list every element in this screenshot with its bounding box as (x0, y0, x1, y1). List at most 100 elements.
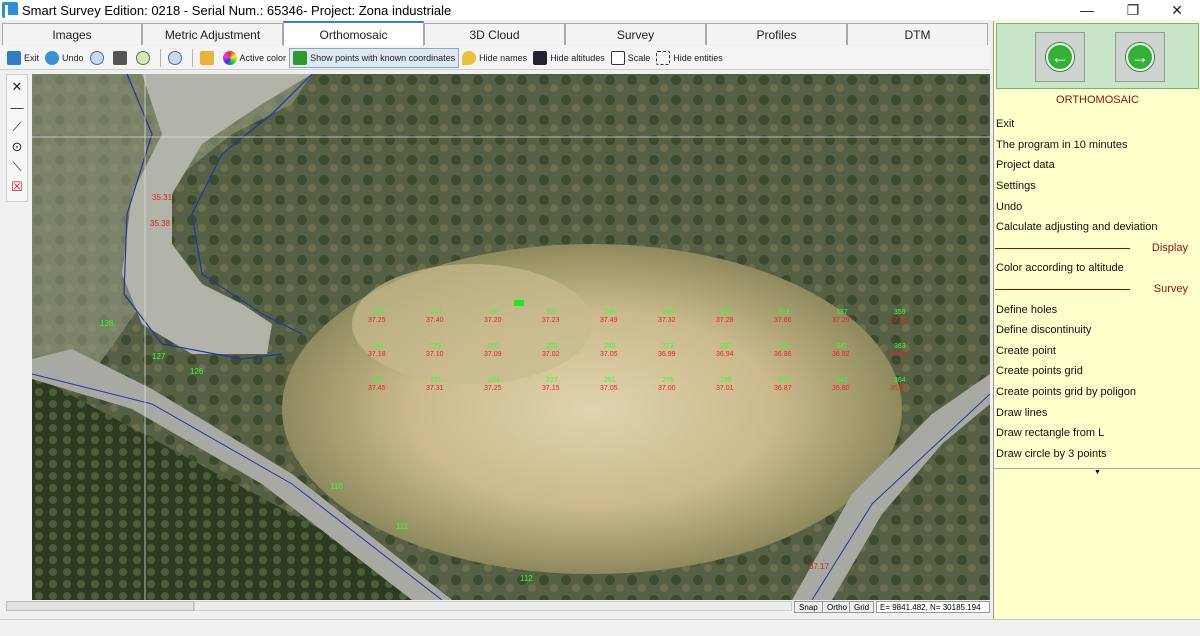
point-altitude: 37.66 (774, 317, 792, 324)
point-name[interactable]: 181 (430, 377, 442, 384)
horizontal-scrollbar[interactable] (194, 601, 792, 611)
point-name[interactable]: 226 (546, 343, 558, 350)
exit-button[interactable]: Exit (4, 48, 42, 68)
menu-item[interactable]: Project data (995, 155, 1200, 176)
point-altitude: 37.20 (484, 317, 502, 324)
panel-title: ORTHOMOSAIC (1056, 94, 1139, 106)
point-name[interactable]: 174 (430, 309, 442, 316)
menu-item[interactable]: Create points grid by poligon (995, 382, 1200, 403)
menu-item[interactable]: Calculate adjusting and deviation (995, 217, 1200, 238)
point-altitude: 37.15 (542, 385, 560, 392)
back-button[interactable]: ← (1035, 32, 1085, 82)
tab-profiles[interactable]: Profiles (706, 23, 847, 45)
point-name[interactable]: 273 (662, 343, 674, 350)
point-name[interactable]: 275 (662, 377, 674, 384)
point-name[interactable]: 297 (720, 343, 732, 350)
point-name[interactable]: 299 (720, 377, 732, 384)
menu-item[interactable]: Color according to altitude (995, 258, 1200, 279)
tab-images[interactable]: Images (2, 23, 142, 45)
menu-item[interactable]: Define holes (995, 299, 1200, 320)
show-points-button[interactable]: Show points with known coordinates (289, 47, 460, 68)
menu-item[interactable]: Settings (995, 176, 1200, 197)
point-name[interactable]: 178 (430, 343, 442, 350)
point-altitude: 37.49 (600, 317, 618, 324)
window-title: Smart Survey Edition: 0218 - Serial Num.… (22, 2, 452, 18)
grid-toggle[interactable]: Grid (849, 601, 875, 613)
pan-button[interactable] (110, 48, 133, 68)
undo-label: Undo (62, 52, 84, 63)
point-name[interactable]: 221 (546, 309, 558, 316)
point-name[interactable]: 249 (604, 343, 616, 350)
zoom-out-button[interactable] (133, 48, 156, 68)
point-name[interactable]: 313 (778, 309, 790, 316)
menu-item[interactable]: Undo (995, 196, 1200, 217)
zoom-extents-button[interactable] (165, 48, 188, 68)
horizontal-scrollbar-left[interactable] (6, 601, 194, 611)
point-name[interactable]: 201 (488, 343, 500, 350)
tab-dtm[interactable]: DTM (847, 23, 988, 45)
show-points-label: Show points with known coordinates (310, 52, 456, 63)
tab-survey[interactable]: Survey (565, 23, 706, 45)
layers-icon (199, 50, 214, 65)
menu-item[interactable]: Draw lines (995, 402, 1200, 423)
point-name[interactable]: 321 (778, 377, 790, 384)
close-button[interactable]: ✕ (1154, 0, 1200, 20)
point-name[interactable]: 227 (546, 377, 558, 384)
point-name[interactable]: 204 (488, 377, 500, 384)
orthomosaic-canvas[interactable]: 15037.2517437.4019737.2022137.2324537.49… (32, 74, 990, 600)
point-name[interactable]: 245 (604, 309, 616, 316)
point-name[interactable]: 359 (894, 309, 906, 316)
point-name[interactable]: 337 (836, 309, 848, 316)
exit-icon (7, 50, 21, 65)
hide-entities-button[interactable]: Hide entities (653, 48, 726, 68)
menu-item[interactable]: Create points grid (995, 361, 1200, 382)
point-name[interactable]: 341 (836, 343, 848, 350)
scroll-down-icon[interactable]: ▼ (1094, 469, 1101, 476)
point-name[interactable]: 292 (720, 309, 732, 316)
orthomosaic-view[interactable]: 150 37.25 174 37.40 197 37.20 221 37.23 245 37.49… (32, 74, 990, 600)
layers-button[interactable] (197, 48, 220, 68)
hide-names-button[interactable]: Hide names (459, 48, 530, 68)
ortho-toggle[interactable]: Ortho (822, 601, 853, 613)
point-name[interactable]: 157 (372, 377, 384, 384)
menu-item[interactable]: Draw circle by 3 points (995, 444, 1200, 465)
point-name[interactable]: 363 (894, 343, 906, 350)
selected-point-marker[interactable] (514, 300, 524, 306)
tab-metric-adjustment[interactable]: Metric Adjustment (142, 23, 283, 45)
point-name[interactable]: 150 (372, 309, 384, 316)
point-name[interactable]: 268 (662, 309, 674, 316)
hide-entities-label: Hide entities (673, 52, 723, 63)
point-name[interactable]: 364 (894, 377, 906, 384)
hide-altitudes-button[interactable]: Hide altitudes (530, 48, 608, 68)
point-name[interactable]: 197 (488, 309, 500, 316)
menu-item[interactable]: Create point (995, 341, 1200, 362)
zoom-in-button[interactable] (87, 48, 110, 68)
point-name[interactable]: 319 (778, 343, 790, 350)
menu-item[interactable]: Define discontinuity (995, 320, 1200, 341)
menu-item[interactable]: The program in 10 minutes (995, 135, 1200, 156)
forward-button[interactable]: → (1115, 32, 1165, 82)
active-color-button[interactable]: Active color (220, 48, 290, 68)
tab-orthomosaic[interactable]: Orthomosaic (283, 21, 424, 46)
point-altitude: 36.80 (832, 385, 850, 392)
point-altitude: 37.02 (542, 351, 560, 358)
tab-3d-cloud[interactable]: 3D Cloud (424, 23, 565, 45)
point-tool-icon[interactable]: ⟍ (9, 159, 25, 175)
line-tool-icon[interactable]: — (9, 99, 25, 115)
point-name[interactable]: 251 (604, 377, 616, 384)
entities-icon (656, 50, 671, 65)
undo-button[interactable]: Undo (42, 48, 87, 68)
delete-tool-icon[interactable]: ☒ (9, 179, 25, 195)
circle-tool-icon[interactable]: ⊙ (9, 139, 25, 155)
point-name[interactable]: 154 (372, 343, 384, 350)
point-name[interactable]: 342 (836, 377, 848, 384)
menu-item[interactable]: Draw rectangle from L (995, 423, 1200, 444)
cross-tool-icon[interactable]: ✕ (9, 79, 25, 95)
minimize-button[interactable]: — (1064, 0, 1110, 20)
menu-item[interactable]: Exit (995, 114, 1200, 135)
point-altitude: 36.87 (890, 385, 908, 392)
segment-tool-icon[interactable]: ⟋ (9, 119, 25, 135)
restore-button[interactable]: ❐ (1110, 0, 1156, 20)
snap-toggle[interactable]: Snap (794, 601, 823, 613)
scale-button[interactable]: Scale (608, 48, 654, 68)
